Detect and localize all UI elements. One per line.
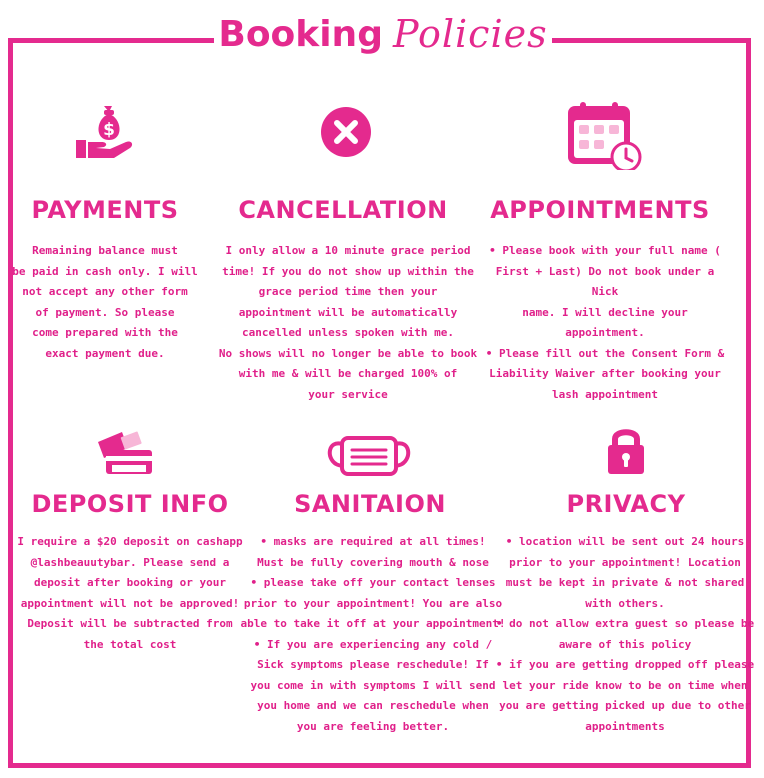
cancellation-line: cancelled unless spoken with me. [242,326,454,339]
deposit-heading: DEPOSIT INFO [31,490,229,518]
cancellation-line: grace period time then your [258,285,438,298]
cancellation-body: I only allow a 10 minute grace period ti… [218,241,478,405]
sanitation-line: you are feeling better. [296,719,450,733]
cancellation-line: appointment will be automatically [238,305,458,319]
privacy-body: • location will be sent out 24 hours pri… [494,532,756,737]
cancel-x-icon [321,107,371,157]
payments-body: Remaining balance must be paid in cash o… [5,241,205,364]
credit-card-icon [98,431,152,474]
padlock-icon [608,429,644,474]
cancellation-line: No shows will no longer be able to book [218,346,478,360]
hand-money-bag-icon: $ [76,106,133,158]
privacy-line: with others. [585,596,665,610]
appointments-line: lash appointment [552,387,658,401]
payments-heading: PAYMENTS [31,196,179,224]
sanitation-line: • please take off your contact lenses [250,576,496,589]
appointments-line: First + Last) Do not book under a Nick [495,264,715,299]
appointments-body: • Please book with your full name ( Firs… [480,241,730,405]
cancellation-line: time! If you do not show up within the [222,264,474,278]
sanitation-line: able to take it off at your appointment! [240,617,506,630]
deposit-line: Deposit will be subtracted from [27,617,233,630]
sanitation-line: Sick symptoms please reschedule! If [257,658,489,671]
appointments-line: • Please book with your full name ( [489,244,721,257]
sanitation-heading: SANITAION [294,490,446,518]
deposit-line: @lashbeauutybar. Please send a [30,555,230,569]
deposit-body: I require a $20 deposit on cashapp @lash… [10,532,250,655]
cancellation-line: your service [308,387,388,401]
payments-line: come prepared with the [32,326,178,339]
cancellation-heading: CANCELLATION [238,196,448,224]
title-script-text: Policies [392,12,548,56]
appointments-heading: APPOINTMENTS [490,196,710,224]
payments-line: exact payment due. [45,346,165,360]
deposit-line: I require a $20 deposit on cashapp [17,535,243,548]
cancellation-line: with me & will be charged 100% of [238,367,458,380]
calendar-clock-icon [568,102,642,170]
payments-line: of payment. So please [35,305,175,319]
privacy-heading: PRIVACY [566,490,686,518]
svg-text:$: $ [103,120,115,140]
sanitation-line: • If you are experiencing any cold / [253,637,493,651]
sanitation-body: • masks are required at all times! Must … [238,532,508,737]
payments-line: Remaining balance must [32,244,178,257]
privacy-line: • location will be sent out 24 hours [505,535,745,548]
cancellation-line: I only allow a 10 minute grace period [225,244,471,257]
appointments-line: • Please fill out the Consent Form & [485,346,725,360]
privacy-line: let your ride know to be on time when [502,678,748,692]
sanitation-line: you home and we can reschedule when [257,699,489,712]
deposit-line: appointment will not be approved! [20,596,240,610]
sanitation-line: you come in with symptoms I will send [250,678,496,692]
privacy-line: you are getting picked up due to other [499,699,751,712]
privacy-line: • do not allow extra guest so please be [495,617,755,630]
sanitation-line: prior to your appointment! You are also [243,596,503,610]
page-title: Booking Policies [214,6,552,62]
deposit-line: the total cost [83,637,177,651]
payments-line: be paid in cash only. I will [12,264,198,278]
sanitation-line: Must be fully covering mouth & nose [257,555,489,569]
face-mask-icon [327,436,411,476]
privacy-line: appointments [585,719,665,733]
privacy-line: must be kept in private & not shared [505,576,745,589]
sanitation-line: • masks are required at all times! [260,535,486,548]
appointments-line: Liability Waiver after booking your [489,367,721,380]
privacy-line: aware of this policy [558,637,692,651]
privacy-line: prior to your appointment! Location [509,555,741,569]
title-bold-text: Booking [218,13,383,55]
appointments-line: name. I will decline your appointment. [522,305,688,340]
privacy-line: • if you are getting dropped off please [495,658,755,671]
deposit-line: deposit after booking or your [33,576,227,589]
payments-line: not accept any other form [22,285,188,298]
